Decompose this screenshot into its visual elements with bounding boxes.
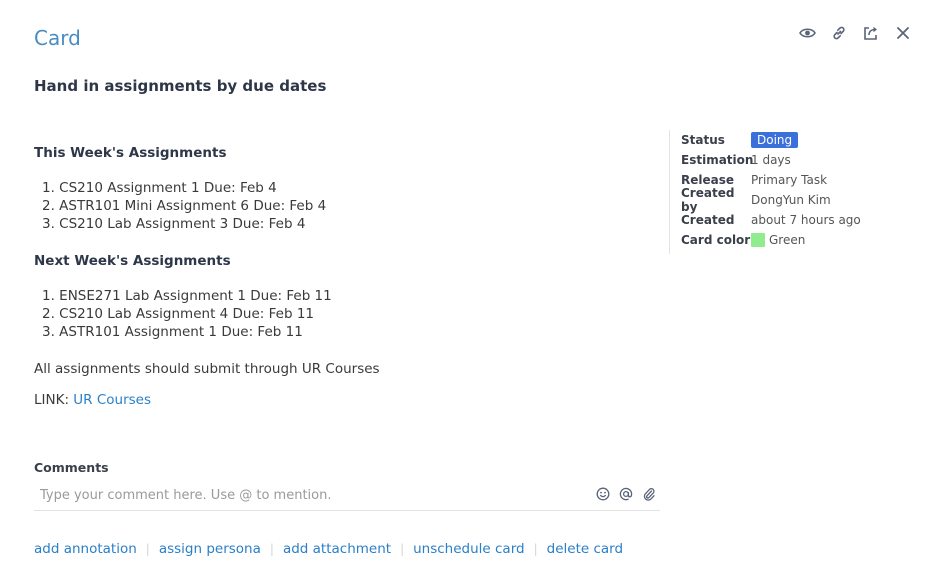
created-value: about 7 hours ago (751, 213, 861, 227)
this-week-heading: This Week's Assignments (34, 145, 227, 161)
link-prefix: LINK: (34, 392, 74, 408)
card-color-value[interactable]: Green (751, 233, 805, 247)
meta-row-status: Status Doing (681, 130, 861, 150)
meta-row-estimation: Estimation 1 days (681, 150, 861, 170)
comments-label: Comments (34, 460, 109, 475)
paperclip-icon[interactable] (641, 486, 656, 501)
comment-input[interactable] (40, 484, 580, 506)
list-item: 2. ASTR101 Mini Assignment 6 Due: Feb 4 (42, 198, 327, 214)
card-color-label: Card color (681, 233, 751, 247)
created-label: Created (681, 213, 735, 227)
add-annotation-link[interactable]: add annotation (34, 541, 137, 557)
submission-note: All assignments should submit through UR… (34, 361, 380, 377)
next-week-list: 1. ENSE271 Lab Assignment 1 Due: Feb 11 … (34, 287, 634, 341)
created-by-label: Created by (681, 186, 735, 214)
header-actions (798, 24, 912, 42)
separator: | (269, 542, 274, 556)
separator: | (400, 542, 405, 556)
comment-tools (595, 486, 656, 501)
list-item: 1. ENSE271 Lab Assignment 1 Due: Feb 11 (42, 288, 332, 304)
estimation-value[interactable]: 1 days (751, 153, 791, 167)
list-item: 3. ASTR101 Assignment 1 Due: Feb 11 (42, 324, 303, 340)
assign-persona-link[interactable]: assign persona (159, 541, 261, 557)
delete-card-link[interactable]: delete card (547, 541, 623, 557)
eye-icon[interactable] (798, 24, 816, 42)
card-color-text: Green (769, 233, 806, 247)
release-value[interactable]: Primary Task (751, 173, 827, 187)
card-heading: Hand in assignments by due dates (34, 77, 327, 95)
list-item: 3. CS210 Lab Assignment 3 Due: Feb 4 (42, 216, 306, 232)
list-item: 2. CS210 Lab Assignment 4 Due: Feb 11 (42, 306, 315, 322)
card-description: This Week's Assignments 1. CS210 Assignm… (34, 145, 634, 408)
list-item: 1. CS210 Assignment 1 Due: Feb 4 (42, 180, 277, 196)
meta-row-created: Created about 7 hours ago (681, 210, 861, 230)
close-icon[interactable] (894, 24, 912, 42)
footer-actions: add annotation | assign persona | add at… (34, 541, 623, 557)
status-badge[interactable]: Doing (751, 132, 799, 148)
add-attachment-link[interactable]: add attachment (283, 541, 391, 557)
link-line: LINK: UR Courses (34, 392, 634, 408)
unschedule-card-link[interactable]: unschedule card (413, 541, 524, 557)
meta-row-created-by: Created by DongYun Kim (681, 186, 861, 214)
next-week-heading: Next Week's Assignments (34, 253, 231, 269)
card-title: Card (34, 26, 81, 50)
separator: | (533, 542, 538, 556)
ur-courses-link[interactable]: UR Courses (73, 392, 151, 408)
this-week-list: 1. CS210 Assignment 1 Due: Feb 4 2. ASTR… (34, 179, 634, 233)
card-metadata: Status Doing Estimation 1 days Release P… (669, 130, 861, 254)
color-swatch (751, 233, 765, 247)
link-icon[interactable] (830, 24, 848, 42)
created-by-value: DongYun Kim (751, 193, 831, 207)
smiley-icon[interactable] (595, 486, 610, 501)
meta-row-card-color: Card color Green (681, 230, 861, 250)
release-label: Release (681, 173, 735, 187)
at-sign-icon[interactable] (618, 486, 633, 501)
separator: | (145, 542, 150, 556)
comment-box (34, 480, 660, 511)
share-icon[interactable] (862, 24, 880, 42)
estimation-label: Estimation (681, 153, 754, 167)
status-label: Status (681, 133, 725, 147)
